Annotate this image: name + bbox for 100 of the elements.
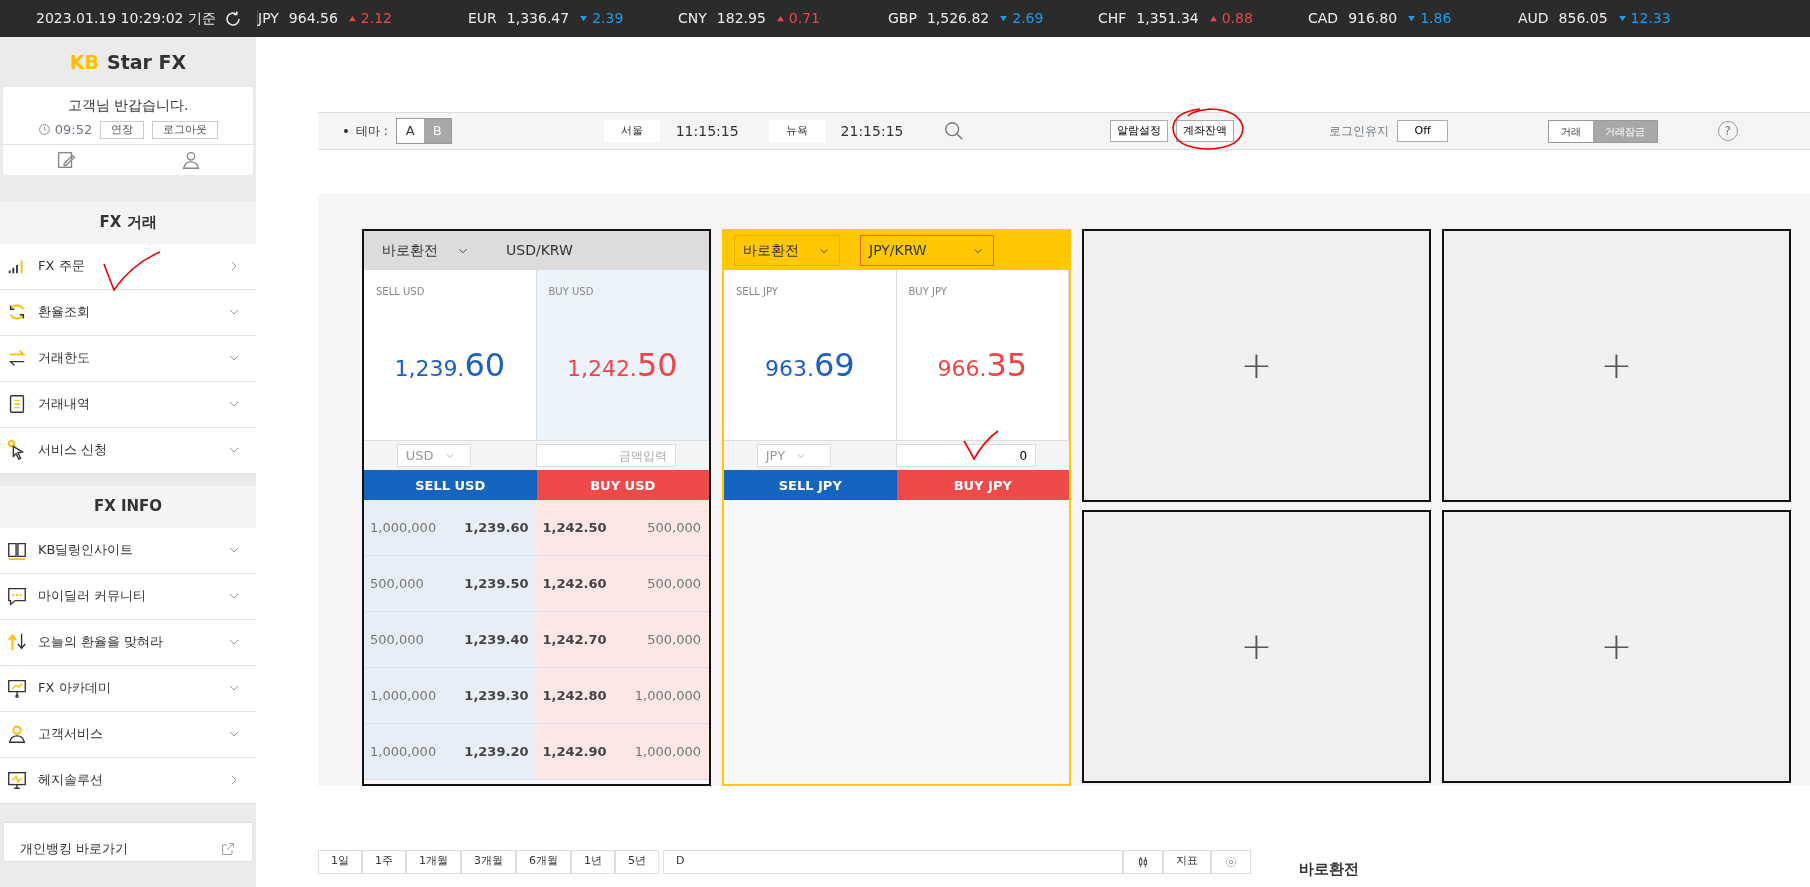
rate-change: 2.12	[360, 9, 392, 28]
quantity-text: 1,000,000	[634, 742, 701, 761]
timestamp-text: 2023.01.19 10:29:02 기준	[36, 9, 216, 28]
pair-dropdown[interactable]: JPY/KRW	[860, 235, 994, 266]
menu-item[interactable]: 거래내역	[0, 381, 256, 428]
bullet-icon	[344, 129, 348, 133]
quantity-text: 500,000	[370, 574, 424, 593]
indicator-button[interactable]: 지표	[1163, 850, 1211, 874]
rate-price: 1,351.34	[1136, 9, 1199, 28]
rate-price: 916.80	[1348, 9, 1398, 28]
quick-link[interactable]: 개인뱅킹 바로가기	[3, 821, 253, 862]
price-text: 1,242.50	[542, 518, 607, 537]
price-text: 1,242.80	[542, 686, 607, 705]
rate-change: 0.88	[1221, 9, 1253, 28]
city-label: 뉴욕	[768, 119, 825, 143]
rate-price: 1,336.47	[506, 9, 570, 28]
currency-code: CHF	[1098, 9, 1127, 28]
period-button[interactable]: 3개월	[461, 850, 516, 874]
period-button[interactable]: 1개월	[406, 850, 461, 874]
price-text: 1,242.90	[542, 742, 607, 761]
amount-field[interactable]: 0	[896, 444, 1037, 467]
session-button[interactable]: 로그아웃	[152, 120, 219, 139]
toolbar-button[interactable]: 알람설정	[1110, 119, 1169, 143]
menu-item[interactable]: 서비스 신청	[0, 427, 256, 474]
candlestick-button[interactable]	[1123, 850, 1163, 874]
handwritten-check-drawing	[102, 250, 162, 292]
price-text: 1,239.20	[464, 742, 529, 761]
session-button[interactable]: 연장	[100, 120, 145, 139]
sell-button[interactable]: SELL USD	[364, 470, 537, 500]
price-text: 1,239.30	[464, 686, 529, 705]
keep-login-toggle[interactable]: Off	[1397, 119, 1448, 143]
buy-button[interactable]: BUY JPY	[896, 470, 1069, 500]
quote-price: 1,239.60	[393, 345, 507, 386]
add-panel-button[interactable]: +	[1082, 229, 1431, 502]
menu-item[interactable]: 거래한도	[0, 335, 256, 382]
type-dropdown[interactable]: 바로환전	[374, 236, 478, 265]
menu-item[interactable]: 헤지솔루션	[0, 757, 256, 804]
buy-button[interactable]: BUY USD	[536, 470, 709, 500]
menu-item[interactable]: 환율조회	[0, 289, 256, 336]
rate-change: 1.86	[1420, 9, 1452, 28]
menu-item-icon	[6, 631, 28, 653]
logo-mark: KB	[69, 49, 99, 75]
rate-change: 2.69	[1012, 9, 1044, 28]
handwritten-check-drawing	[962, 429, 1000, 461]
sell-button[interactable]: SELL JPY	[724, 470, 897, 500]
mode-option[interactable]: 거래	[1548, 120, 1593, 142]
menu-item[interactable]: 마이딜러 커뮤니티	[0, 573, 256, 620]
quote-label: BUY USD	[548, 285, 595, 299]
link-text: 개인뱅킹 바로가기	[20, 839, 129, 858]
menu-item-icon	[6, 769, 28, 791]
interval-field[interactable]: D	[663, 850, 1123, 874]
price-text: 1,242.70	[542, 630, 607, 649]
menu-item-icon	[6, 347, 28, 369]
menu-item[interactable]: FX 아카데미	[0, 665, 256, 712]
currency-code: AUD	[1518, 9, 1549, 28]
greeting-text: 고객님 반갑습니다.	[66, 96, 190, 115]
settings-icon	[1224, 855, 1238, 869]
menu-item[interactable]: KB딜링인사이트	[0, 527, 256, 574]
price-text: 1,239.60	[464, 518, 529, 537]
period-button[interactable]: 5년	[615, 850, 659, 874]
menu-item-icon	[6, 677, 28, 699]
quote-label: BUY JPY	[908, 285, 948, 299]
quantity-text: 1,000,000	[370, 686, 437, 705]
period-button[interactable]: 1주	[362, 850, 406, 874]
add-panel-button[interactable]: +	[1442, 229, 1791, 502]
toolbar-button[interactable]: 계좌잔액	[1176, 119, 1235, 143]
amount-field[interactable]: 금액입력	[536, 444, 677, 467]
quote-label: SELL USD	[376, 285, 426, 299]
section-title: FX INFO	[0, 485, 256, 528]
type-dropdown[interactable]: 바로환전	[734, 235, 840, 266]
currency-code: GBP	[888, 9, 917, 28]
currency-code: CAD	[1308, 9, 1339, 28]
theme-option[interactable]: A	[396, 119, 424, 143]
menu-item[interactable]: 고객서비스	[0, 711, 256, 758]
quantity-text: 1,000,000	[634, 686, 701, 705]
add-panel-button[interactable]: +	[1082, 510, 1431, 783]
section-title: FX 거래	[0, 201, 256, 244]
price-text: 1,239.50	[464, 574, 529, 593]
menu-item[interactable]: 오늘의 환율을 맞혀라	[0, 619, 256, 666]
session-time: 09:52	[54, 121, 93, 139]
candlestick-icon	[1136, 855, 1150, 869]
refresh-icon[interactable]	[223, 9, 242, 28]
period-button[interactable]: 1일	[318, 850, 362, 874]
quantity-text: 500,000	[647, 630, 701, 649]
quote-label: SELL JPY	[736, 285, 779, 299]
rate-change: 0.71	[788, 9, 820, 28]
rate-price: 964.56	[288, 9, 338, 28]
add-panel-button[interactable]: +	[1442, 510, 1791, 783]
quantity-text: 1,000,000	[370, 518, 437, 537]
menu-item-icon	[6, 585, 28, 607]
menu-item[interactable]: FX 주문	[0, 243, 256, 290]
period-button[interactable]: 6개월	[516, 850, 571, 874]
currency-code: CNY	[678, 9, 707, 28]
rate-price: 856.05	[1558, 9, 1608, 28]
quote-price: 963.69	[763, 345, 856, 386]
clock-time: 21:15:15	[840, 121, 904, 141]
period-button[interactable]: 1년	[571, 850, 615, 874]
menu-item-icon	[6, 723, 28, 745]
keep-login-label: 로그인유지	[1329, 123, 1390, 140]
quantity-text: 500,000	[647, 574, 701, 593]
